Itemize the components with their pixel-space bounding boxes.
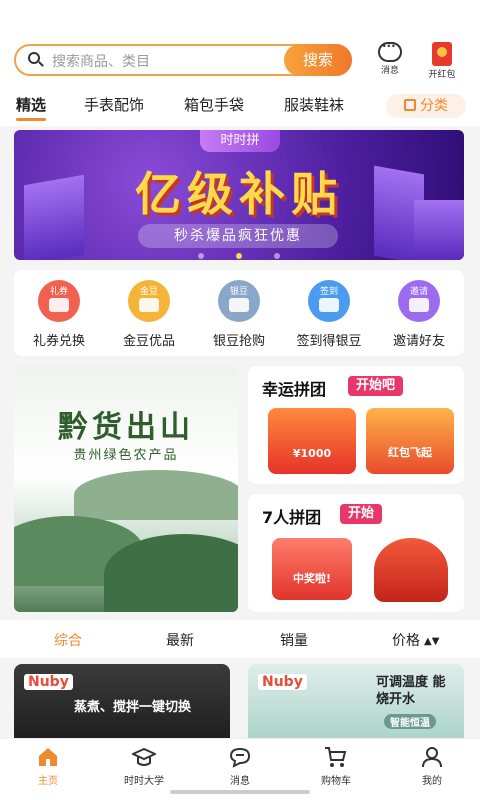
message-label: 消息 — [380, 66, 399, 76]
banner-tag: 时时拼 — [200, 130, 280, 152]
nav-messages[interactable]: 消息 — [200, 745, 280, 787]
category-button[interactable]: 分类 — [386, 94, 466, 118]
money-bag-tile — [374, 538, 448, 602]
search-input[interactable]: 搜索商品、类目 — [52, 51, 150, 71]
lucky-group-card[interactable]: 幸运拼团 开始吧 ¥1000 红包飞起 — [248, 366, 464, 484]
carousel-dots — [14, 244, 464, 260]
tab-featured[interactable]: 精选 — [16, 94, 47, 121]
carousel-dot[interactable] — [274, 253, 280, 259]
quick-action-label: 银豆抢购 — [212, 334, 265, 349]
nav-cart[interactable]: 购物车 — [296, 745, 376, 787]
grid-icon — [404, 99, 416, 111]
user-icon — [420, 745, 444, 769]
search-icon — [28, 52, 44, 68]
quick-action-invite[interactable]: 邀请 邀请好友 — [379, 280, 459, 349]
category-label: 分类 — [420, 98, 448, 114]
tab-clothing-shoes[interactable]: 服装鞋袜 — [284, 94, 344, 115]
sort-arrows-icon: ▲▼ — [424, 636, 440, 647]
home-indicator — [170, 790, 310, 794]
prize-tile: 中奖啦! — [272, 538, 352, 600]
banner-title: 亿级补贴 — [135, 167, 343, 221]
nav-profile[interactable]: 我的 — [392, 745, 472, 787]
product-card[interactable]: Nuby 蒸煮、搅拌一键切换 — [14, 664, 230, 744]
cart-icon — [324, 745, 348, 769]
home-icon — [36, 745, 60, 769]
seven-group-card[interactable]: 7人拼团 开始 中奖啦! — [248, 494, 464, 612]
search-button[interactable]: 搜索 — [284, 44, 352, 76]
message-button[interactable]: 消息 — [370, 39, 410, 76]
card-title: 幸运拼团 — [262, 380, 327, 399]
graduation-cap-icon — [130, 745, 158, 769]
quick-action-checkin[interactable]: 签到 签到得银豆 — [289, 280, 369, 349]
product-brand: Nuby — [24, 674, 73, 690]
nav-home[interactable]: 主页 — [8, 745, 88, 787]
status-bar — [0, 0, 480, 36]
product-subtitle: 智能恒温 — [384, 714, 436, 729]
tab-watches-accessories[interactable]: 手表配饰 — [84, 94, 144, 115]
red-packet-tile: 红包飞起 — [366, 408, 454, 474]
sort-newest[interactable]: 最新 — [166, 630, 194, 650]
quick-action-label: 礼券兑换 — [32, 334, 85, 349]
sort-bar: 综合 最新 销量 价格 ▲▼ — [0, 620, 480, 658]
card-start-badge[interactable]: 开始 — [340, 504, 383, 524]
product-title: 可调温度 能烧开水 — [376, 675, 446, 707]
checkin-icon: 签到 — [308, 280, 350, 322]
card-start-badge[interactable]: 开始吧 — [348, 376, 404, 396]
silver-bean-icon: 银豆 — [218, 280, 260, 322]
coupon-icon: 礼券 — [38, 280, 80, 322]
quick-action-label: 签到得银豆 — [296, 334, 362, 349]
mountain-image — [74, 470, 238, 520]
gold-bean-icon: 金豆 — [128, 280, 170, 322]
red-packet-icon — [432, 42, 452, 66]
quick-actions: 礼券 礼券兑换 金豆 金豆优品 银豆 银豆抢购 签到 签到得银豆 邀请 邀请好友 — [14, 270, 464, 356]
top-bar: 搜索商品、类目 搜索 消息 开红包 — [0, 36, 480, 86]
product-title: 蒸煮、搅拌一键切换 — [74, 700, 192, 715]
sort-comprehensive[interactable]: 综合 — [54, 630, 82, 650]
quick-action-label: 邀请好友 — [392, 334, 445, 349]
product-card[interactable]: Nuby 可调温度 能烧开水 智能恒温 — [248, 664, 464, 744]
quick-action-label: 金豆优品 — [122, 334, 175, 349]
chat-icon — [228, 745, 252, 769]
promo-guizhou-products[interactable]: 黔货出山 贵州绿色农产品 — [14, 366, 238, 612]
invite-icon: 邀请 — [398, 280, 440, 322]
promo-subtitle: 贵州绿色农产品 — [73, 448, 179, 463]
red-packet-button[interactable]: 开红包 — [422, 42, 462, 80]
product-brand: Nuby — [258, 674, 307, 690]
promo-title: 黔货出山 — [58, 410, 194, 445]
quick-action-silver-bean[interactable]: 银豆 银豆抢购 — [199, 280, 279, 349]
red-packet-tile: ¥1000 — [268, 408, 356, 474]
sort-price[interactable]: 价格 ▲▼ — [392, 630, 439, 650]
red-packet-label: 开红包 — [428, 70, 456, 80]
message-icon — [378, 39, 402, 62]
sort-sales[interactable]: 销量 — [280, 630, 308, 650]
search-box[interactable]: 搜索商品、类目 搜索 — [14, 44, 352, 76]
tab-bags[interactable]: 箱包手袋 — [184, 94, 244, 115]
carousel-dot[interactable] — [236, 253, 242, 259]
quick-action-coupon[interactable]: 礼券 礼券兑换 — [19, 280, 99, 349]
carousel-dot[interactable] — [198, 253, 204, 259]
promo-banner[interactable]: 时时拼 亿级补贴 秒杀爆品疯狂优惠 — [14, 130, 464, 260]
nav-university[interactable]: 时时大学 — [104, 745, 184, 787]
card-title: 7人拼团 — [262, 508, 322, 527]
category-tabs: 精选 手表配饰 箱包手袋 服装鞋袜 分类 — [0, 86, 480, 126]
quick-action-gold-bean[interactable]: 金豆 金豆优品 — [109, 280, 189, 349]
